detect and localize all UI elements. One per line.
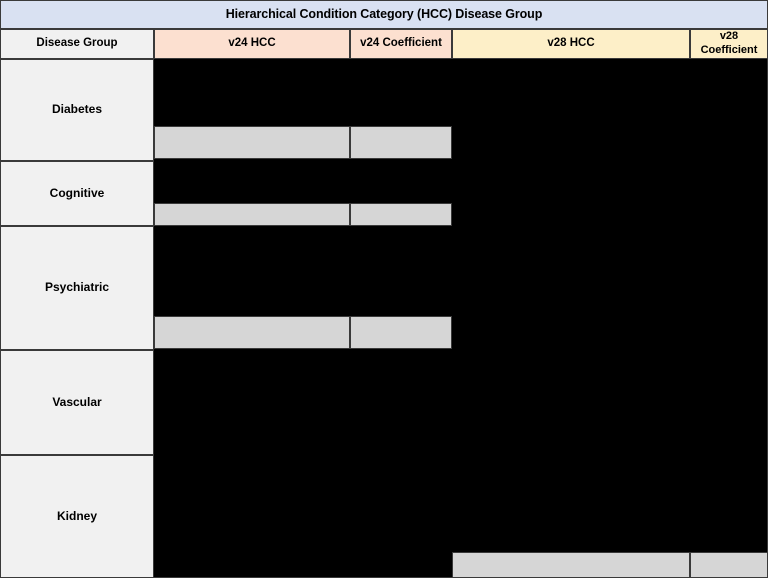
partial-bar-cognitive-v24-coefficient bbox=[350, 203, 452, 226]
partial-bar-diabetes-v24-hcc bbox=[154, 126, 350, 159]
column-header-v28-hcc: v28 HCC bbox=[452, 29, 690, 59]
column-header-v28-coefficient: v28 Coefficient bbox=[690, 29, 768, 59]
partial-bar-psychiatric-v24-coefficient bbox=[350, 316, 452, 349]
row-label-vascular: Vascular bbox=[0, 350, 154, 455]
partial-bar-psychiatric-v24-hcc bbox=[154, 316, 350, 349]
row-label-cognitive: Cognitive bbox=[0, 161, 154, 226]
partial-bar-kidney-v28-coefficient bbox=[690, 552, 768, 578]
column-header-v28-coefficient-line-1: v28 bbox=[719, 30, 739, 43]
partial-bar-diabetes-v24-coefficient bbox=[350, 126, 452, 159]
row-label-psychiatric: Psychiatric bbox=[0, 226, 154, 350]
partial-bar-kidney-v28-hcc bbox=[452, 552, 690, 578]
column-header-disease-group: Disease Group bbox=[0, 29, 154, 59]
partial-bar-cognitive-v24-hcc bbox=[154, 203, 350, 226]
column-header-v24-hcc: v24 HCC bbox=[154, 29, 350, 59]
column-header-v28-coefficient-line-2: Coefficient bbox=[700, 44, 758, 56]
row-label-kidney: Kidney bbox=[0, 455, 154, 578]
column-header-v24-coefficient: v24 Coefficient bbox=[350, 29, 452, 59]
row-label-diabetes: Diabetes bbox=[0, 59, 154, 161]
table-title: Hierarchical Condition Category (HCC) Di… bbox=[0, 0, 768, 29]
hcc-disease-group-table: Hierarchical Condition Category (HCC) Di… bbox=[0, 0, 768, 578]
